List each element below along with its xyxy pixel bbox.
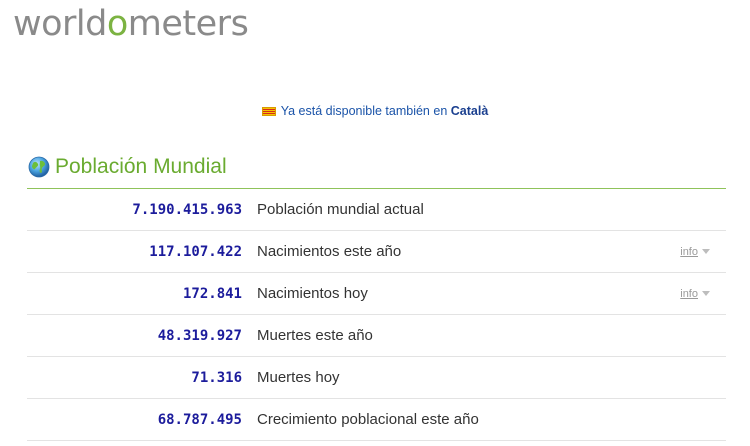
stat-label: Nacimientos hoy	[257, 285, 368, 302]
stat-row: 117.107.422 Nacimientos este año info	[27, 231, 726, 273]
stat-label: Crecimiento poblacional este año	[257, 411, 479, 428]
caret-down-icon	[702, 291, 710, 296]
section-title: Población Mundial	[55, 155, 227, 178]
info-link[interactable]: info	[680, 288, 698, 300]
page: worldometers Ya está disponible también …	[0, 0, 750, 446]
stat-label: Muertes este año	[257, 327, 373, 344]
logo-text-part2: meters	[127, 4, 249, 44]
info-toggle[interactable]: info	[680, 246, 710, 258]
stat-label: Muertes hoy	[257, 369, 340, 386]
info-link[interactable]: info	[680, 246, 698, 258]
caret-down-icon	[702, 249, 710, 254]
stat-row: 48.319.927 Muertes este año	[27, 315, 726, 357]
logo-text-part1: world	[13, 4, 107, 44]
stat-row: 68.787.495 Crecimiento poblacional este …	[27, 399, 726, 441]
info-toggle[interactable]: info	[680, 288, 710, 300]
globe-icon	[28, 156, 50, 178]
catalan-language-link[interactable]: Català	[451, 104, 489, 118]
stat-row: 7.190.415.963 Población mundial actual	[27, 189, 726, 231]
logo-text-o: o	[106, 4, 128, 44]
stat-row: 172.841 Nacimientos hoy info	[27, 273, 726, 315]
stat-value: 172.841	[182, 285, 242, 302]
notice-text: Ya está disponible también en	[280, 104, 448, 118]
stat-value: 71.316	[191, 369, 242, 386]
stat-row: 71.316 Muertes hoy	[27, 357, 726, 399]
stats-table: 7.190.415.963 Población mundial actual 1…	[27, 189, 726, 441]
stat-label: Población mundial actual	[257, 201, 424, 218]
stat-value: 68.787.495	[157, 411, 242, 428]
worldometers-logo[interactable]: worldometers	[13, 2, 249, 46]
catalan-flag-icon	[261, 107, 276, 116]
language-notice: Ya está disponible también en Català	[0, 104, 750, 118]
stat-value: 117.107.422	[149, 243, 242, 260]
stat-value: 7.190.415.963	[132, 201, 242, 218]
section-header: Población Mundial	[28, 153, 227, 181]
stat-value: 48.319.927	[157, 327, 242, 344]
stat-label: Nacimientos este año	[257, 243, 402, 260]
